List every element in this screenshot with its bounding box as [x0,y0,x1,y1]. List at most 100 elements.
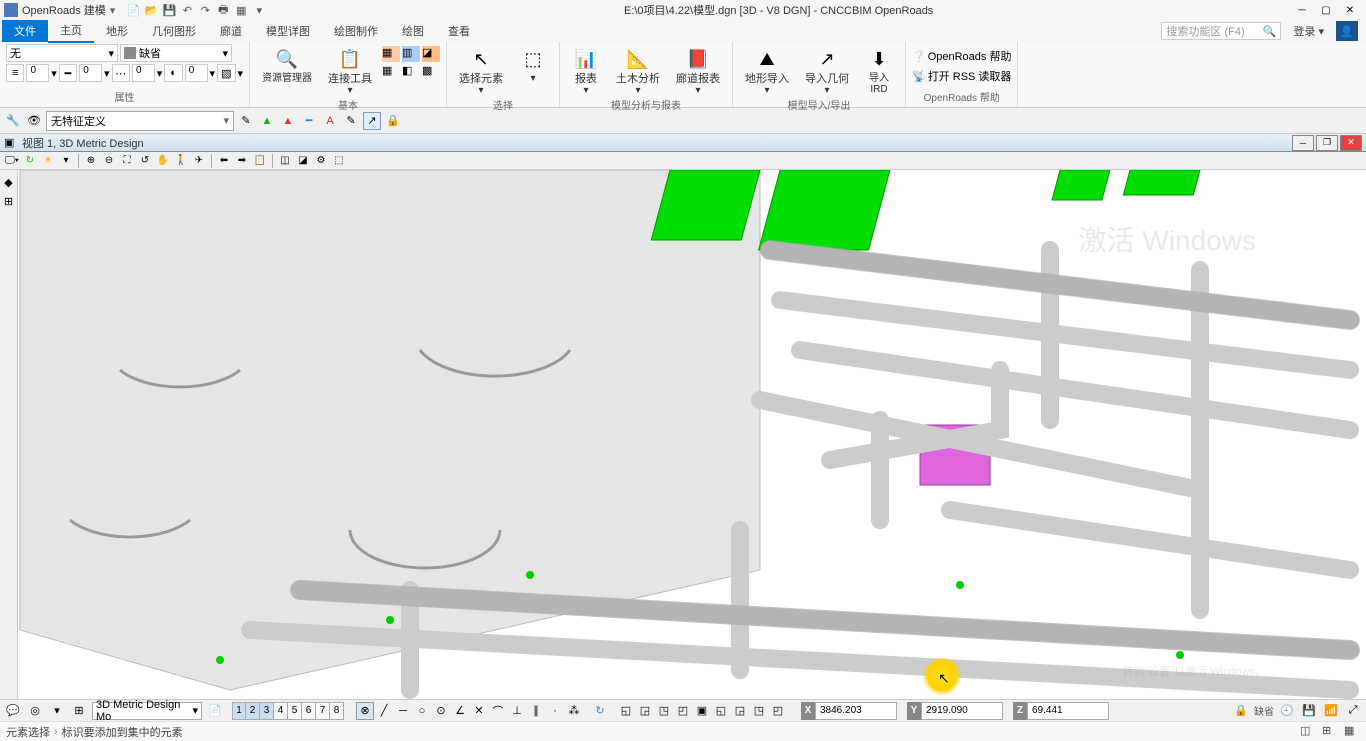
rotate-view-icon[interactable]: ↺ [137,153,153,169]
snap-near-icon[interactable]: ╱ [375,702,393,720]
color-dropdown[interactable]: 缺省▾ [120,44,232,62]
snap-keypoint-icon[interactable]: ⊗ [356,702,374,720]
status-icon-1[interactable]: ◫ [1300,724,1316,740]
view-num-6[interactable]: 6 [302,702,316,720]
model-detail-tab[interactable]: 模型详图 [254,20,322,42]
redo-icon[interactable]: ↷ [197,2,213,18]
snap-mid-icon[interactable]: ─ [394,702,412,720]
maximize-button[interactable]: ▢ [1314,1,1338,19]
report-button[interactable]: 📊 报表▾ [566,44,606,97]
line-style-value[interactable]: 0 [26,64,49,82]
vc-8[interactable]: ◳ [750,702,768,720]
snap-perp-icon[interactable]: ⊥ [508,702,526,720]
accu-refresh-icon[interactable]: ↻ [591,702,609,720]
copy-view-icon[interactable]: 📋 [252,153,268,169]
corridor-tab[interactable]: 廊道 [208,20,254,42]
view-num-7[interactable]: 7 [316,702,330,720]
vc-1[interactable]: ◱ [617,702,635,720]
gutter-icon-2[interactable]: ⊞ [4,195,13,208]
view-close-button[interactable]: ✕ [1340,135,1362,151]
basic-tool-5[interactable]: ◧ [402,64,420,80]
feature-definition-dropdown[interactable]: 无特征定义 ▾ [46,111,234,131]
drawing-tab[interactable]: 绘图 [390,20,436,42]
view-num-5[interactable]: 5 [288,702,302,720]
running-coords-icon[interactable]: ◎ [26,702,44,720]
minimize-button[interactable]: ─ [1290,1,1314,19]
3d-viewport[interactable]: ◆ ⊞ [0,170,1366,699]
feature-tool-2[interactable]: ▲ [258,112,276,130]
walk-icon[interactable]: 🚶 [173,153,189,169]
fence-button[interactable]: ⬚ ▾ [513,44,553,97]
terrain-import-button[interactable]: ⛰ 地形导入▾ [739,44,795,97]
print-icon[interactable]: 🖶 [215,2,231,18]
explorer-button[interactable]: 🔍 资源管理器 [256,44,318,97]
feature-icon-2[interactable]: 👁 [25,112,43,130]
ribbon-search-input[interactable]: 搜索功能区 (F4) 🔍 [1161,22,1281,40]
vc-3[interactable]: ◳ [655,702,673,720]
fly-icon[interactable]: ✈ [191,153,207,169]
vc-7[interactable]: ◲ [731,702,749,720]
civil-analysis-button[interactable]: 📐 土木分析▾ [610,44,666,97]
vc-9[interactable]: ◰ [769,702,787,720]
z-value[interactable]: 69.441 [1027,702,1109,720]
save-icon[interactable]: 💾 [161,2,177,18]
snap-point-icon[interactable]: · [546,702,564,720]
snap-multi-icon[interactable]: ⁂ [565,702,583,720]
zoom-out-icon[interactable]: ⊖ [101,153,117,169]
drawing-production-tab[interactable]: 绘图制作 [322,20,390,42]
close-button[interactable]: ✕ [1338,1,1362,19]
clip-volume-icon[interactable]: ◫ [277,153,293,169]
qat-dropdown-icon[interactable]: ▾ [251,2,267,18]
vc-6[interactable]: ◱ [712,702,730,720]
snap-center-icon[interactable]: ○ [413,702,431,720]
zoom-fit-icon[interactable]: ⛶ [119,153,135,169]
priority-icon[interactable]: ▧ [217,64,235,82]
pan-icon[interactable]: ✋ [155,153,171,169]
view-num-4[interactable]: 4 [274,702,288,720]
basic-tool-3[interactable]: ◪ [422,46,440,62]
snap-bisector-icon[interactable]: ∠ [451,702,469,720]
rss-button[interactable]: 📡 打开 RSS 读取器 [912,68,1011,84]
view-tool-2[interactable]: ☀ [40,153,56,169]
line-weight-value[interactable]: 0 [79,64,102,82]
geometry-tab[interactable]: 几何图形 [140,20,208,42]
feature-icon-1[interactable]: 🔧 [4,112,22,130]
feature-tool-7[interactable]: ↗ [363,112,381,130]
geom-import-button[interactable]: ↗ 导入几何▾ [799,44,855,97]
view-extra-1[interactable]: ⚙ [313,153,329,169]
corridor-report-button[interactable]: 📕 廊道报表▾ [670,44,726,97]
expand-icon[interactable]: ⤢ [1344,702,1362,720]
basic-tool-4[interactable]: ▦ [382,64,400,80]
open-icon[interactable]: 📂 [143,2,159,18]
attach-tools-button[interactable]: 📋 连接工具▾ [322,44,378,97]
view-tab[interactable]: 查看 [436,20,482,42]
view-num-8[interactable]: 8 [330,702,344,720]
undo-icon[interactable]: ↶ [179,2,195,18]
bt-icon-4[interactable]: ⊞ [70,702,88,720]
vc-2[interactable]: ◲ [636,702,654,720]
view-tool-sep1[interactable]: ▾ [58,153,74,169]
view-extra-2[interactable]: ⬚ [331,153,347,169]
status-icon-3[interactable]: ▦ [1344,724,1360,740]
bt-icon-3[interactable]: ▾ [48,702,66,720]
snap-parallel-icon[interactable]: ∥ [527,702,545,720]
view-minimize-button[interactable]: ─ [1292,135,1314,151]
file-tab[interactable]: 文件 [2,20,48,42]
vc-5[interactable]: ▣ [693,702,711,720]
lock-icon[interactable]: 🔒 [384,112,402,130]
vc-4[interactable]: ◰ [674,702,692,720]
feature-tool-1[interactable]: ✎ [237,112,255,130]
model-dropdown[interactable]: 3D Metric Design Mo▾ [92,702,202,720]
line-type-value[interactable]: 0 [132,64,155,82]
workflow-dropdown-icon[interactable]: ▾ [110,4,116,17]
view-num-2[interactable]: 2 [246,702,260,720]
help-button[interactable]: ❔ OpenRoads 帮助 [912,48,1011,64]
terrain-tab[interactable]: 地形 [94,20,140,42]
snap-origin-icon[interactable]: ⊙ [432,702,450,720]
transparency-value[interactable]: 0 [185,64,208,82]
feature-tool-5[interactable]: A [321,112,339,130]
level-dropdown[interactable]: 无▾ [6,44,118,62]
props-icon[interactable]: ▦ [233,2,249,18]
new-icon[interactable]: 📄 [125,2,141,18]
view-display-dropdown[interactable]: 🖵▾ [4,153,20,169]
